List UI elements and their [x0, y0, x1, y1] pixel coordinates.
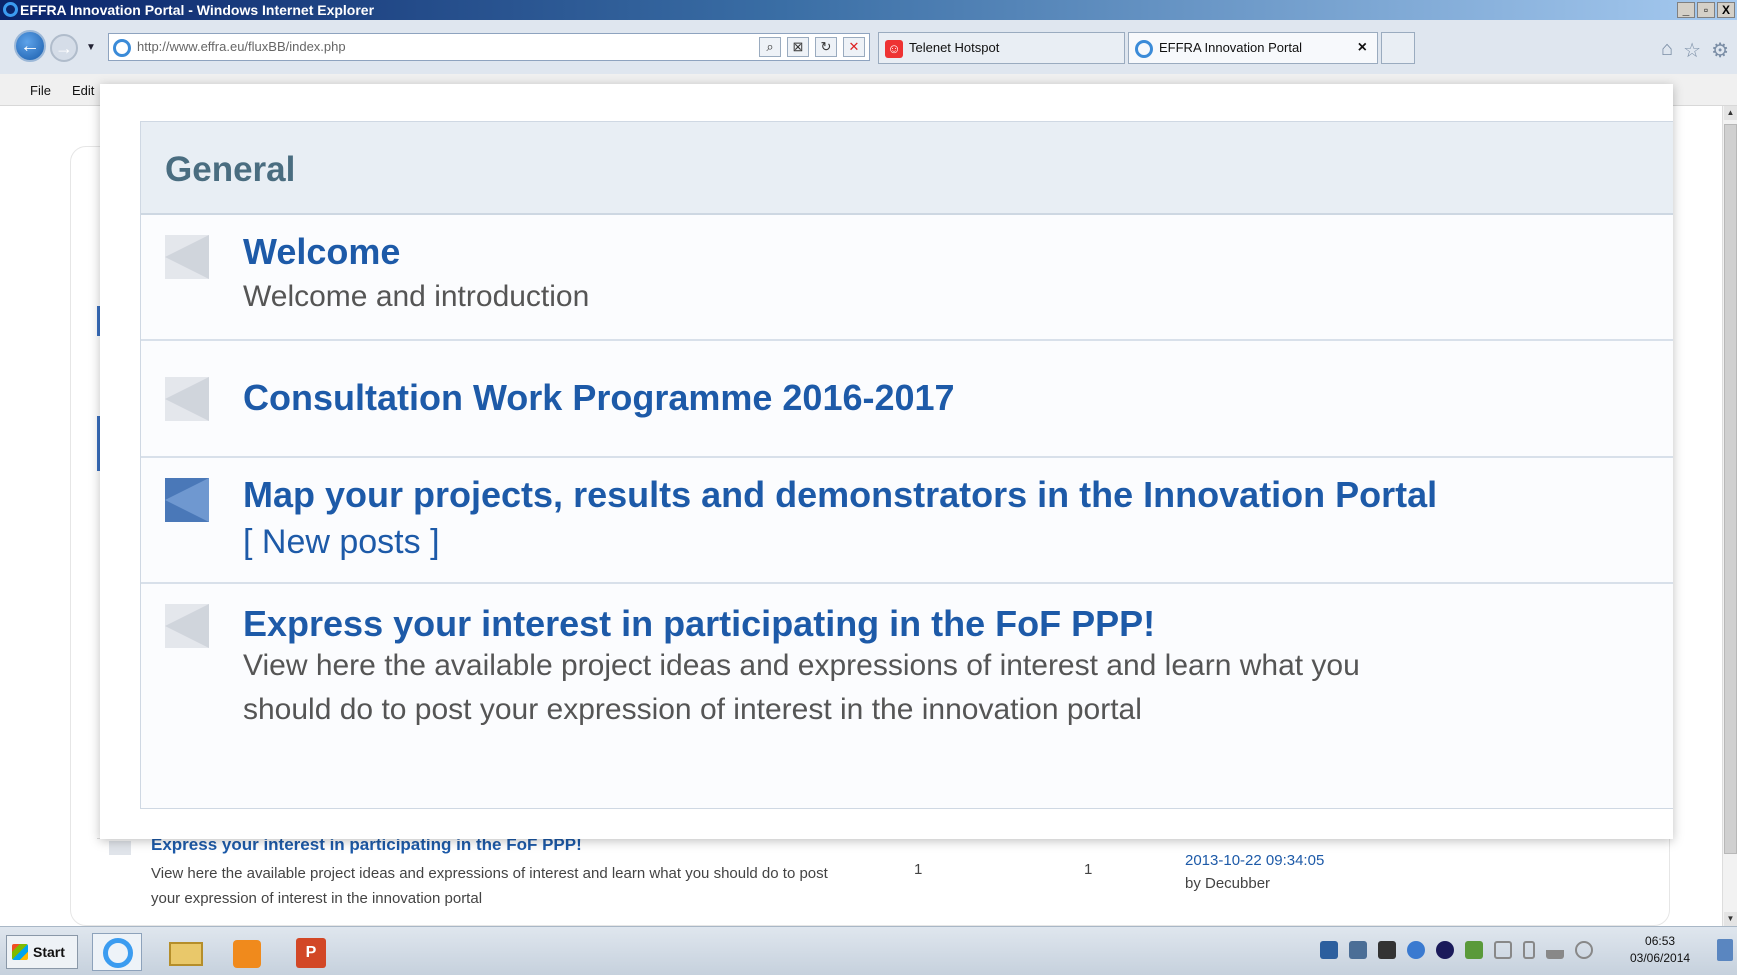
last-post-date[interactable]: 2013-10-22 09:34:05	[1185, 849, 1324, 872]
search-icon[interactable]: ⌕	[759, 37, 781, 57]
forum-title-link[interactable]: Welcome	[243, 227, 400, 277]
favorites-icon[interactable]: ☆	[1683, 38, 1701, 63]
address-tools: ⌕ ⊠ ↻ ✕	[759, 37, 865, 57]
start-label: Start	[33, 944, 65, 960]
tools-icon[interactable]: ⚙	[1711, 38, 1729, 63]
forum-status-icon	[165, 377, 209, 421]
ie-logo-icon	[3, 2, 18, 17]
category-header: General	[141, 122, 1673, 215]
display-icon[interactable]	[1349, 941, 1367, 959]
forum-title-wrapper: Map your projects, results and demonstra…	[243, 472, 1443, 565]
menu-file[interactable]: File	[30, 83, 51, 98]
forum-row-welcome: Welcome Welcome and introduction	[141, 215, 1673, 341]
tab-effra-portal[interactable]: EFFRA Innovation Portal ×	[1128, 32, 1378, 64]
security-icon[interactable]	[1407, 941, 1425, 959]
forum-row-express-interest: Express your interest in participating i…	[141, 584, 1673, 750]
navigation-bar: ← → ▼ http://www.effra.eu/fluxBB/index.p…	[0, 20, 1737, 74]
flag-icon[interactable]	[1494, 941, 1512, 959]
forum-title-link[interactable]: Express your interest in participating i…	[243, 599, 1155, 649]
topics-count: 1	[914, 861, 923, 878]
window-title: EFFRA Innovation Portal - Windows Intern…	[20, 2, 375, 18]
clock-time: 06:53	[1645, 934, 1676, 948]
new-posts-link[interactable]: [ New posts ]	[243, 523, 440, 561]
forum-category-box: General Welcome Welcome and introduction…	[140, 121, 1673, 809]
scroll-up-icon[interactable]: ▲	[1724, 106, 1737, 120]
forum-status-icon	[165, 235, 209, 279]
home-icon[interactable]: ⌂	[1661, 38, 1673, 63]
device-icon[interactable]	[1378, 941, 1396, 959]
tab-close-icon[interactable]: ×	[1358, 33, 1367, 63]
address-bar[interactable]: http://www.effra.eu/fluxBB/index.php ⌕ ⊠…	[108, 33, 870, 61]
start-button[interactable]: Start	[6, 935, 78, 969]
network-icon[interactable]	[1320, 941, 1338, 959]
taskbar: Start P 06:53 03/06/2014	[0, 926, 1737, 975]
address-url[interactable]: http://www.effra.eu/fluxBB/index.php	[137, 39, 346, 54]
bluetooth-icon[interactable]	[1436, 941, 1454, 959]
ie-page-icon	[1135, 40, 1153, 58]
forum-row-consultation: Consultation Work Programme 2016-2017	[141, 341, 1673, 458]
scroll-down-icon[interactable]: ▼	[1724, 912, 1737, 926]
page-icon	[113, 39, 131, 57]
powerpoint-icon[interactable]: P	[285, 933, 335, 971]
show-desktop-button[interactable]	[1717, 939, 1733, 961]
tab-telenet-hotspot[interactable]: ☺ Telenet Hotspot	[878, 32, 1125, 64]
restore-button[interactable]: ▫	[1697, 2, 1715, 18]
posts-count: 1	[1084, 861, 1093, 878]
zoom-overlay: General Welcome Welcome and introduction…	[100, 84, 1673, 839]
clock-date: 03/06/2014	[1630, 951, 1691, 965]
forum-title-link[interactable]: Map your projects, results and demonstra…	[243, 474, 1437, 515]
compatibility-view-icon[interactable]: ⊠	[787, 37, 809, 57]
battery-icon[interactable]	[1523, 941, 1535, 959]
last-post-author: by Decubber	[1185, 875, 1271, 892]
forum-status-icon	[109, 841, 131, 855]
forum-title-link[interactable]: Consultation Work Programme 2016-2017	[243, 373, 955, 423]
close-button[interactable]: X	[1717, 2, 1735, 18]
folder-icon[interactable]	[160, 933, 210, 971]
hotspot-icon: ☺	[885, 40, 903, 58]
back-button[interactable]: ←	[14, 30, 46, 62]
window-titlebar: EFFRA Innovation Portal - Windows Intern…	[0, 0, 1737, 20]
system-tray	[1320, 941, 1593, 959]
forum-description: View here the available project ideas an…	[243, 649, 1360, 726]
background-forum-row: Express your interest in participating i…	[97, 835, 1637, 918]
last-post: 2013-10-22 09:34:05 by Decubber	[1185, 849, 1324, 895]
vertical-scrollbar[interactable]: ▲ ▼	[1722, 106, 1737, 926]
category-title: General	[165, 150, 296, 189]
background-forum-description: View here the available project ideas an…	[151, 865, 828, 907]
tab-label: Telenet Hotspot	[909, 40, 1000, 55]
stop-icon[interactable]: ✕	[843, 37, 865, 57]
browser-tools: ⌂ ☆ ⚙	[1661, 38, 1729, 63]
history-dropdown-icon[interactable]: ▼	[86, 42, 96, 53]
forum-status-icon	[165, 604, 209, 648]
windows-logo-icon	[12, 944, 28, 960]
forum-new-posts-icon	[165, 478, 209, 522]
menu-edit[interactable]: Edit	[72, 83, 94, 98]
tab-label: EFFRA Innovation Portal	[1159, 40, 1303, 55]
window-controls: _ ▫ X	[1677, 2, 1735, 18]
forum-row-map-projects: Map your projects, results and demonstra…	[141, 458, 1673, 584]
media-player-icon[interactable]	[222, 933, 272, 971]
volume-icon[interactable]	[1575, 941, 1593, 959]
new-tab-button[interactable]	[1381, 32, 1415, 64]
app-icon[interactable]	[1465, 941, 1483, 959]
signal-icon[interactable]	[1546, 941, 1564, 959]
refresh-icon[interactable]: ↻	[815, 37, 837, 57]
minimize-button[interactable]: _	[1677, 2, 1695, 18]
forward-button[interactable]: →	[50, 34, 78, 62]
clock[interactable]: 06:53 03/06/2014	[1630, 933, 1690, 967]
internet-explorer-icon[interactable]	[92, 933, 142, 971]
scrollbar-thumb[interactable]	[1724, 124, 1737, 854]
forum-description: Welcome and introduction	[243, 280, 590, 313]
